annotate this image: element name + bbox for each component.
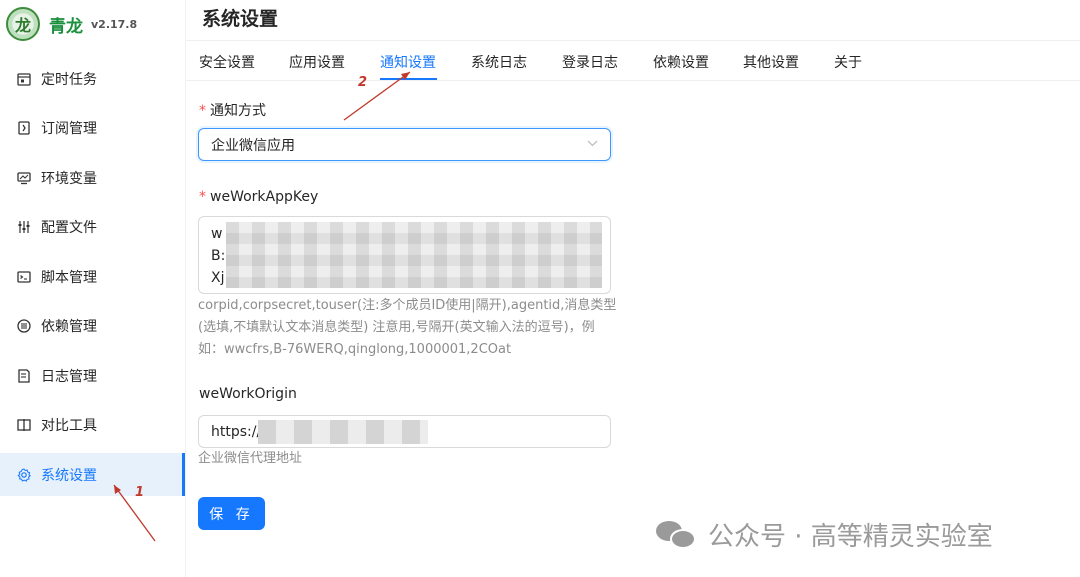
annotation-arrows xyxy=(113,71,411,542)
annotation-marker-2: 2 xyxy=(358,75,368,90)
watermark-text: 公众号 · 高等精灵实验室 xyxy=(708,521,993,552)
watermark: 公众号 · 高等精灵实验室 xyxy=(656,516,993,552)
arrowhead-2 xyxy=(401,72,410,80)
wechat-icon xyxy=(656,519,698,549)
arrow-to-notification-tab xyxy=(343,71,411,121)
annotation-marker-1: 1 xyxy=(135,485,145,500)
